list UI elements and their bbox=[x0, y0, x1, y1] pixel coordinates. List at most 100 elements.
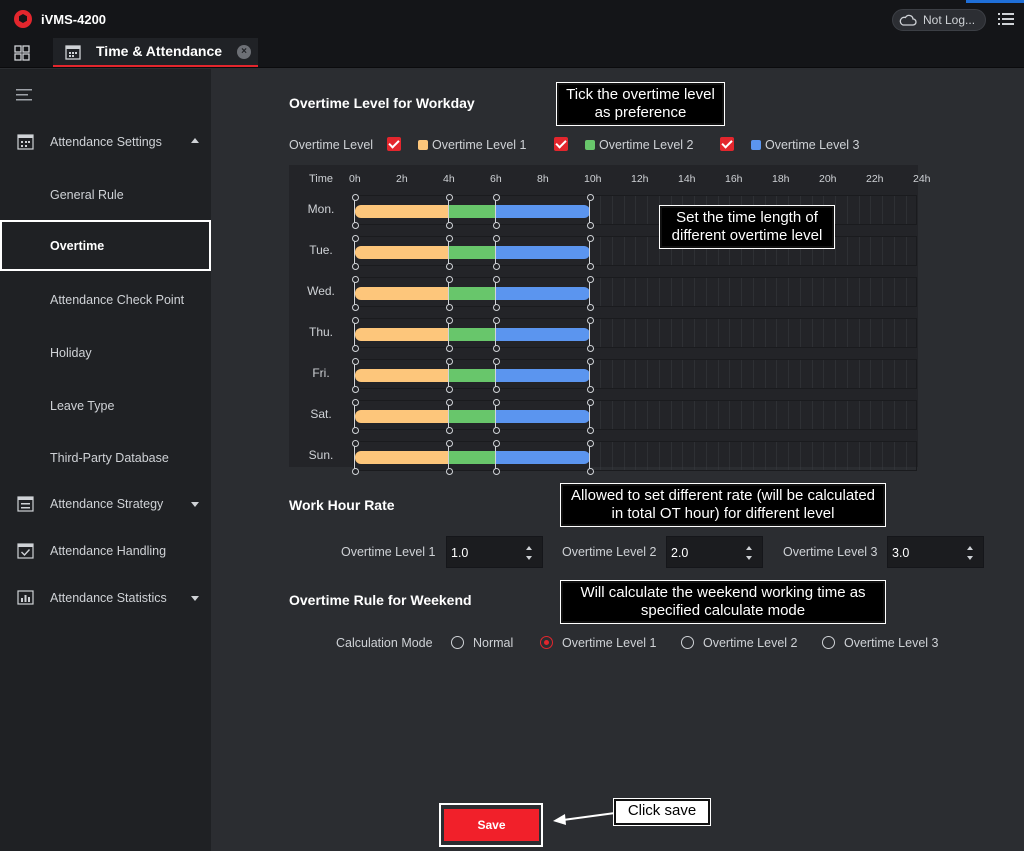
overtime-level-1-segment[interactable] bbox=[355, 410, 449, 423]
segment-drag-handle[interactable] bbox=[446, 194, 453, 229]
overtime-level-2-segment[interactable] bbox=[449, 410, 496, 423]
segment-drag-handle[interactable] bbox=[446, 276, 453, 311]
overtime-level-1-segment[interactable] bbox=[355, 451, 449, 464]
sidebar-group-label: Attendance Strategy bbox=[50, 497, 164, 511]
segment-drag-handle[interactable] bbox=[493, 358, 500, 393]
segment-drag-handle[interactable] bbox=[587, 194, 594, 229]
sidebar-item-attendance-check-point[interactable]: Attendance Check Point bbox=[0, 277, 211, 323]
segment-drag-handle[interactable] bbox=[587, 235, 594, 270]
overtime-level-2-segment[interactable] bbox=[449, 451, 496, 464]
rate-level-2-stepper[interactable]: 2.0 bbox=[666, 536, 763, 568]
day-time-track[interactable] bbox=[352, 358, 917, 393]
overtime-level-2-segment[interactable] bbox=[449, 287, 496, 300]
callout-tick: Tick the overtime level as preference bbox=[556, 82, 725, 126]
increment-icon[interactable] bbox=[526, 546, 532, 550]
segment-drag-handle[interactable] bbox=[493, 317, 500, 352]
decrement-icon[interactable] bbox=[526, 556, 532, 560]
hamburger-menu-icon[interactable] bbox=[16, 89, 32, 101]
radio-overtime-level-3[interactable] bbox=[822, 636, 835, 649]
sidebar-item-leave-type[interactable]: Leave Type bbox=[0, 383, 211, 429]
day-label: Thu. bbox=[308, 325, 333, 339]
overtime-level-3-segment[interactable] bbox=[496, 328, 590, 341]
segment-drag-handle[interactable] bbox=[352, 440, 359, 475]
segment-drag-handle[interactable] bbox=[352, 235, 359, 270]
list-menu-icon[interactable] bbox=[998, 12, 1014, 26]
overtime-level-legend: Overtime Level Overtime Level 1 Overtime… bbox=[289, 137, 889, 155]
segment-drag-handle[interactable] bbox=[446, 235, 453, 270]
decrement-icon[interactable] bbox=[746, 556, 752, 560]
segment-drag-handle[interactable] bbox=[446, 358, 453, 393]
segment-drag-handle[interactable] bbox=[352, 358, 359, 393]
day-time-track[interactable] bbox=[352, 440, 917, 475]
segment-drag-handle[interactable] bbox=[493, 399, 500, 434]
radio-overtime-level-2[interactable] bbox=[681, 636, 694, 649]
overtime-level-1-checkbox[interactable] bbox=[387, 137, 401, 151]
rate-level-3-stepper[interactable]: 3.0 bbox=[887, 536, 984, 568]
overtime-level-1-segment[interactable] bbox=[355, 205, 449, 218]
day-time-track[interactable] bbox=[352, 317, 917, 352]
segment-drag-handle[interactable] bbox=[587, 317, 594, 352]
level-2-swatch bbox=[585, 140, 595, 150]
decrement-icon[interactable] bbox=[967, 556, 973, 560]
segment-drag-handle[interactable] bbox=[446, 317, 453, 352]
overtime-level-1-segment[interactable] bbox=[355, 369, 449, 382]
segment-drag-handle[interactable] bbox=[352, 317, 359, 352]
segment-drag-handle[interactable] bbox=[493, 440, 500, 475]
save-button[interactable]: Save bbox=[444, 809, 539, 841]
segment-drag-handle[interactable] bbox=[352, 399, 359, 434]
schedule-day-row: Thu. bbox=[289, 314, 918, 355]
overtime-level-1-segment[interactable] bbox=[355, 287, 449, 300]
sidebar-item-label: General Rule bbox=[50, 188, 124, 202]
radio-normal[interactable] bbox=[451, 636, 464, 649]
sidebar-item-label: Third-Party Database bbox=[50, 451, 169, 465]
increment-icon[interactable] bbox=[967, 546, 973, 550]
sidebar-item-overtime[interactable]: Overtime bbox=[0, 220, 211, 271]
overtime-level-2-segment[interactable] bbox=[449, 328, 496, 341]
overtime-level-2-segment[interactable] bbox=[449, 246, 496, 259]
segment-drag-handle[interactable] bbox=[493, 276, 500, 311]
arrow-pointer-icon bbox=[553, 812, 616, 825]
overtime-level-2-checkbox[interactable] bbox=[554, 137, 568, 151]
level-1-label: Overtime Level 1 bbox=[432, 138, 527, 152]
close-tab-icon[interactable]: × bbox=[237, 45, 251, 59]
segment-drag-handle[interactable] bbox=[352, 194, 359, 229]
overtime-level-3-segment[interactable] bbox=[496, 451, 590, 464]
segment-drag-handle[interactable] bbox=[352, 276, 359, 311]
segment-drag-handle[interactable] bbox=[587, 440, 594, 475]
overtime-level-3-segment[interactable] bbox=[496, 369, 590, 382]
sidebar-item-third-party-database[interactable]: Third-Party Database bbox=[0, 435, 211, 481]
app-title: iVMS-4200 bbox=[41, 12, 107, 27]
day-time-track[interactable] bbox=[352, 399, 917, 434]
overtime-level-1-segment[interactable] bbox=[355, 246, 449, 259]
segment-drag-handle[interactable] bbox=[587, 358, 594, 393]
segment-drag-handle[interactable] bbox=[587, 399, 594, 434]
sidebar-item-holiday[interactable]: Holiday bbox=[0, 330, 211, 376]
overtime-level-3-segment[interactable] bbox=[496, 205, 590, 218]
segment-drag-handle[interactable] bbox=[446, 440, 453, 475]
calendar-icon bbox=[65, 45, 81, 60]
segment-drag-handle[interactable] bbox=[446, 399, 453, 434]
module-grid-icon[interactable] bbox=[14, 45, 30, 61]
sidebar-group-attendance-handling[interactable]: Attendance Handling bbox=[0, 536, 211, 566]
overtime-level-1-segment[interactable] bbox=[355, 328, 449, 341]
overtime-level-3-segment[interactable] bbox=[496, 246, 590, 259]
tab-time-attendance[interactable]: Time & Attendance × bbox=[53, 38, 258, 67]
sidebar-group-attendance-strategy[interactable]: Attendance Strategy bbox=[0, 489, 211, 519]
sidebar-item-general-rule[interactable]: General Rule bbox=[0, 172, 211, 218]
day-time-track[interactable] bbox=[352, 276, 917, 311]
rate-level-1-stepper[interactable]: 1.0 bbox=[446, 536, 543, 568]
login-button[interactable]: Not Log... bbox=[892, 9, 986, 31]
day-label: Fri. bbox=[312, 366, 330, 380]
overtime-level-2-segment[interactable] bbox=[449, 205, 496, 218]
overtime-level-3-segment[interactable] bbox=[496, 410, 590, 423]
segment-drag-handle[interactable] bbox=[493, 235, 500, 270]
overtime-level-2-segment[interactable] bbox=[449, 369, 496, 382]
radio-overtime-level-1[interactable] bbox=[540, 636, 553, 649]
overtime-level-3-checkbox[interactable] bbox=[720, 137, 734, 151]
sidebar-group-attendance-settings[interactable]: Attendance Settings bbox=[0, 127, 211, 157]
segment-drag-handle[interactable] bbox=[587, 276, 594, 311]
segment-drag-handle[interactable] bbox=[493, 194, 500, 229]
overtime-level-3-segment[interactable] bbox=[496, 287, 590, 300]
sidebar-group-attendance-statistics[interactable]: Attendance Statistics bbox=[0, 583, 211, 613]
increment-icon[interactable] bbox=[746, 546, 752, 550]
